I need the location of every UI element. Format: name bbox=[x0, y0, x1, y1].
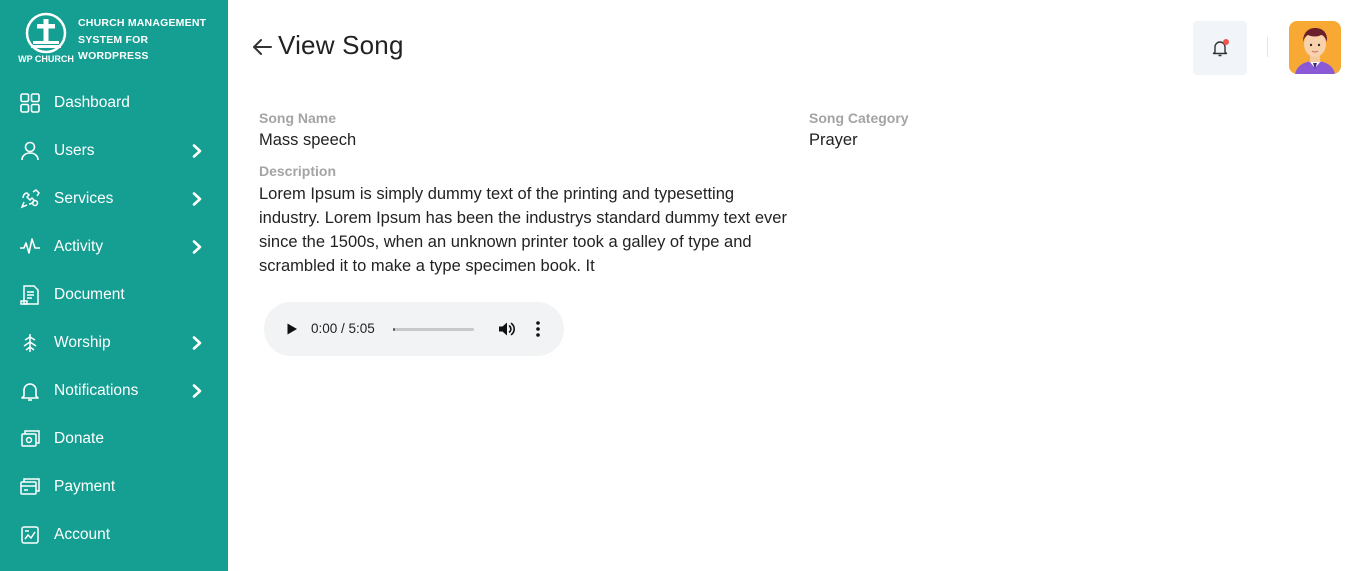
activity-icon bbox=[19, 236, 41, 258]
song-category-label: Song Category bbox=[809, 110, 909, 126]
header-divider bbox=[1267, 37, 1268, 57]
play-icon[interactable] bbox=[284, 321, 300, 337]
sidebar-nav: Dashboard Users Services Activity Docume… bbox=[0, 79, 228, 559]
logo-text: WP CHURCH bbox=[18, 54, 74, 64]
sidebar-item-payment[interactable]: Payment bbox=[0, 463, 228, 511]
sidebar-item-worship[interactable]: Worship bbox=[0, 319, 228, 367]
sidebar-item-label: Worship bbox=[54, 334, 111, 351]
sidebar: WP CHURCH CHURCH MANAGEMENT SYSTEM FOR W… bbox=[0, 0, 228, 571]
sidebar-item-services[interactable]: Services bbox=[0, 175, 228, 223]
page-title: View Song bbox=[278, 30, 404, 60]
account-icon bbox=[19, 524, 41, 546]
sidebar-item-document[interactable]: Document bbox=[0, 271, 228, 319]
brand-line-1: CHURCH MANAGEMENT bbox=[78, 17, 207, 29]
sidebar-item-users[interactable]: Users bbox=[0, 127, 228, 175]
sidebar-item-label: Dashboard bbox=[54, 94, 130, 111]
brand-text: CHURCH MANAGEMENT SYSTEM FOR WORDPRESS bbox=[78, 15, 218, 65]
chevron-right-icon bbox=[192, 192, 202, 206]
chevron-right-icon bbox=[192, 384, 202, 398]
chevron-right-icon bbox=[192, 144, 202, 158]
audio-time: 0:00 / 5:05 bbox=[311, 321, 375, 336]
more-options-icon[interactable] bbox=[532, 320, 544, 338]
user-avatar-icon bbox=[1295, 28, 1335, 74]
document-icon bbox=[19, 284, 41, 306]
audio-player: 0:00 / 5:05 bbox=[264, 302, 564, 356]
sidebar-item-label: Account bbox=[54, 526, 111, 543]
description-value: Lorem Ipsum is simply dummy text of the … bbox=[259, 185, 787, 275]
user-icon bbox=[19, 140, 41, 162]
notification-dot bbox=[1223, 39, 1229, 45]
description-label: Description bbox=[259, 163, 337, 179]
donate-icon bbox=[19, 428, 41, 450]
brand-line-3: WORDPRESS bbox=[78, 50, 149, 62]
bell-icon bbox=[19, 380, 41, 402]
services-icon bbox=[19, 188, 41, 210]
sidebar-item-label: Notifications bbox=[54, 382, 139, 399]
worship-icon bbox=[19, 332, 41, 354]
sidebar-item-label: Document bbox=[54, 286, 125, 303]
sidebar-item-label: Users bbox=[54, 142, 95, 159]
back-arrow-icon[interactable] bbox=[251, 36, 273, 58]
audio-seek-fill bbox=[393, 328, 395, 331]
brand[interactable]: WP CHURCH CHURCH MANAGEMENT SYSTEM FOR W… bbox=[18, 12, 218, 68]
sidebar-item-label: Payment bbox=[54, 478, 116, 495]
sidebar-item-label: Services bbox=[54, 190, 114, 207]
church-logo-icon: WP CHURCH bbox=[18, 12, 74, 64]
volume-icon[interactable] bbox=[497, 320, 515, 338]
song-name-label: Song Name bbox=[259, 110, 337, 126]
payment-icon bbox=[19, 476, 41, 498]
song-name-value: Mass speech bbox=[259, 131, 357, 149]
notifications-button[interactable] bbox=[1193, 21, 1247, 75]
sidebar-item-label: Activity bbox=[54, 238, 104, 255]
song-category-value: Prayer bbox=[809, 131, 858, 149]
audio-seek-bar[interactable] bbox=[393, 328, 474, 331]
sidebar-item-dashboard[interactable]: Dashboard bbox=[0, 79, 228, 127]
chevron-right-icon bbox=[192, 336, 202, 350]
sidebar-item-notifications[interactable]: Notifications bbox=[0, 367, 228, 415]
brand-line-2: SYSTEM FOR bbox=[78, 33, 149, 46]
sidebar-item-donate[interactable]: Donate bbox=[0, 415, 228, 463]
dashboard-icon bbox=[19, 92, 41, 114]
sidebar-item-account[interactable]: Account bbox=[0, 511, 228, 559]
avatar[interactable] bbox=[1289, 21, 1341, 74]
sidebar-item-label: Donate bbox=[54, 430, 104, 447]
sidebar-item-activity[interactable]: Activity bbox=[0, 223, 228, 271]
chevron-right-icon bbox=[192, 240, 202, 254]
